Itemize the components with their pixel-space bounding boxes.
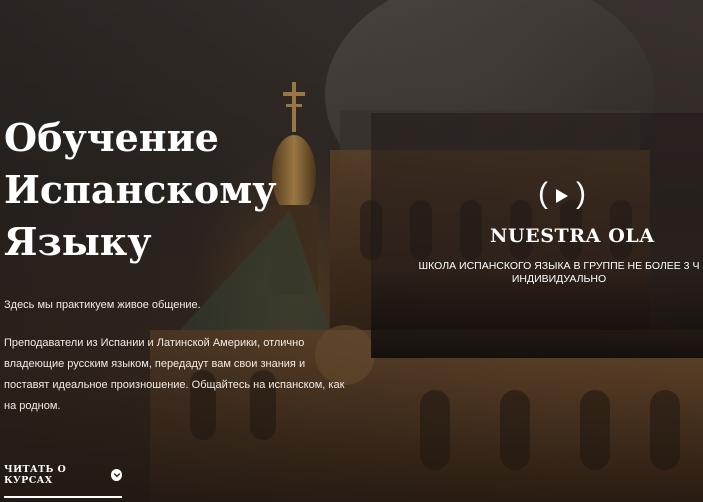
play-video-button[interactable]: ( ) bbox=[538, 177, 586, 211]
video-title: NUESTRA OLA bbox=[490, 225, 655, 247]
video-card: ( ) NUESTRA OLA ШКОЛА ИСПАНСКОГО ЯЗЫКА В… bbox=[371, 113, 703, 358]
hero-section: Обучение Испанскому Языку Здесь мы практ… bbox=[0, 0, 703, 502]
description-text: Преподаватели из Испании и Латинской Аме… bbox=[4, 337, 345, 412]
chevron-down-icon bbox=[111, 469, 122, 481]
video-subtitle: ШКОЛА ИСПАНСКОГО ЯЗЫКА В ГРУППЕ НЕ БОЛЕЕ… bbox=[418, 260, 700, 285]
play-icon bbox=[556, 177, 568, 211]
lead-text: Здесь мы практикуем живое общение. bbox=[4, 299, 201, 311]
page-title: Обучение Испанскому Языку bbox=[4, 115, 277, 264]
read-about-courses-link[interactable]: ЧИТАТЬ О КУРСАХ bbox=[4, 464, 122, 498]
read-about-courses-label: ЧИТАТЬ О КУРСАХ bbox=[4, 464, 67, 486]
